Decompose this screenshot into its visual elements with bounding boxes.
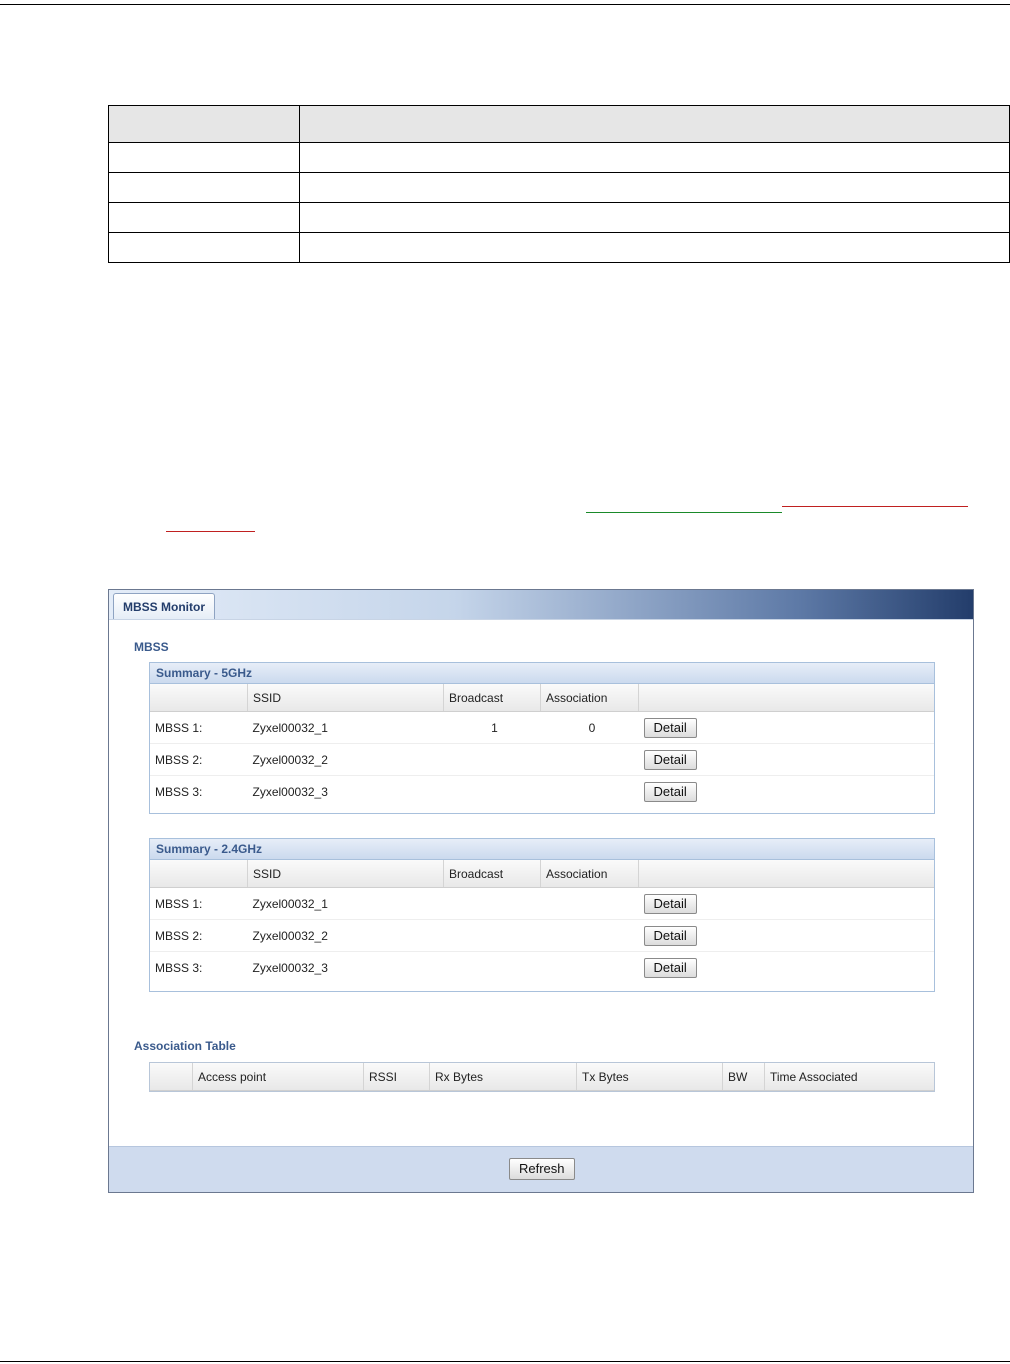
column-header <box>150 1063 193 1091</box>
summary-5ghz-panel: Summary - 5GHz SSID Broadcast Associatio… <box>149 662 935 814</box>
doc-table-row <box>108 202 1010 233</box>
column-header <box>150 860 248 888</box>
association-value <box>540 887 639 920</box>
column-header-association: Association <box>540 684 639 712</box>
link-underline-red-2[interactable] <box>166 531 255 532</box>
row-label: MBSS 1: <box>150 711 248 744</box>
column-header-broadcast: Broadcast <box>443 684 541 712</box>
summary-5ghz-title: Summary - 5GHz <box>150 663 934 684</box>
broadcast-value <box>443 919 541 952</box>
table-row: MBSS 1: Zyxel00032_1 Detail <box>150 887 934 920</box>
row-label: MBSS 2: <box>150 743 248 776</box>
section-title-mbss: MBSS <box>134 640 169 654</box>
association-value <box>540 743 639 776</box>
action-cell: Detail <box>638 919 934 952</box>
table-row: MBSS 3: Zyxel00032_3 Detail <box>150 776 934 808</box>
ssid-value: Zyxel00032_2 <box>247 919 444 952</box>
action-cell: Detail <box>638 887 934 920</box>
column-header-time-associated: Time Associated <box>764 1063 934 1091</box>
row-label: MBSS 1: <box>150 887 248 920</box>
doc-table-row <box>108 232 1010 263</box>
link-underline-red[interactable] <box>782 506 968 507</box>
column-header <box>638 684 934 712</box>
summary-5ghz-table: SSID Broadcast Association MBSS 1: Zyxel… <box>150 684 934 807</box>
column-header-tx-bytes: Tx Bytes <box>576 1063 723 1091</box>
column-header-ssid: SSID <box>247 684 444 712</box>
row-label: MBSS 3: <box>155 784 203 799</box>
table-row: MBSS 2: Zyxel00032_2 Detail <box>150 919 934 952</box>
table-header-row: SSID Broadcast Association <box>150 860 934 888</box>
doc-table-row <box>108 142 1010 173</box>
doc-table-row <box>108 172 1010 203</box>
table-row: MBSS 3: Zyxel00032_3 Detail <box>150 952 934 984</box>
column-header-access-point: Access point <box>192 1063 364 1091</box>
detail-button[interactable]: Detail <box>643 893 697 914</box>
action-cell: Detail <box>638 711 934 744</box>
tab-mbss-monitor[interactable]: MBSS Monitor <box>113 593 215 621</box>
column-header <box>638 860 934 888</box>
footer-bar: Refresh <box>109 1146 973 1192</box>
detail-button[interactable]: Detail <box>643 781 697 802</box>
column-header-bw: BW <box>722 1063 765 1091</box>
action-cell: Detail <box>638 743 934 776</box>
window-header: MBSS Monitor <box>109 590 973 621</box>
refresh-button[interactable]: Refresh <box>509 1158 575 1180</box>
ssid-value: Zyxel00032_3 <box>252 960 328 975</box>
summary-24ghz-title: Summary - 2.4GHz <box>150 839 934 860</box>
broadcast-value <box>443 743 541 776</box>
association-table: Access point RSSI Rx Bytes Tx Bytes BW T… <box>150 1063 934 1091</box>
column-header-rx-bytes: Rx Bytes <box>429 1063 577 1091</box>
column-header-association: Association <box>540 860 639 888</box>
document-table <box>108 105 1010 263</box>
action-cell: Detail <box>639 776 935 808</box>
column-header <box>150 684 248 712</box>
mbss-monitor-screenshot: MBSS Monitor MBSS Summary - 5GHz SSID Br… <box>108 589 974 1193</box>
row-label: MBSS 3: <box>155 960 203 975</box>
table-header-row: SSID Broadcast Association <box>150 684 934 712</box>
association-value <box>541 776 639 808</box>
association-value <box>540 919 639 952</box>
action-cell: Detail <box>639 952 935 984</box>
link-underline-green[interactable] <box>586 512 782 513</box>
table-row: MBSS 1: Zyxel00032_1 1 0 Detail <box>150 711 934 744</box>
detail-button[interactable]: Detail <box>643 957 697 978</box>
ssid-value: Zyxel00032_3 <box>252 784 328 799</box>
table-row: MBSS 2: Zyxel00032_2 Detail <box>150 743 934 776</box>
detail-button[interactable]: Detail <box>643 717 697 738</box>
row-label: MBSS 2: <box>150 919 248 952</box>
ssid-value: Zyxel00032_1 <box>247 711 444 744</box>
association-table-panel: Access point RSSI Rx Bytes Tx Bytes BW T… <box>149 1062 935 1092</box>
column-header-broadcast: Broadcast <box>443 860 541 888</box>
ssid-value: Zyxel00032_2 <box>247 743 444 776</box>
column-header-rssi: RSSI <box>363 1063 430 1091</box>
bottom-rule <box>0 1361 1010 1362</box>
content-area: MBSS Summary - 5GHz SSID Broadcast Assoc… <box>109 619 973 1147</box>
association-value: 0 <box>540 711 639 744</box>
summary-24ghz-panel: Summary - 2.4GHz SSID Broadcast Associat… <box>149 838 935 992</box>
summary-24ghz-table: SSID Broadcast Association MBSS 1: Zyxel… <box>150 860 934 983</box>
broadcast-value <box>444 952 541 984</box>
detail-button[interactable]: Detail <box>643 925 697 946</box>
section-title-association-table: Association Table <box>134 1039 236 1053</box>
broadcast-value <box>443 887 541 920</box>
broadcast-value <box>444 776 541 808</box>
broadcast-value: 1 <box>443 711 541 744</box>
doc-table-header <box>108 105 1010 143</box>
ssid-value: Zyxel00032_1 <box>247 887 444 920</box>
column-header-ssid: SSID <box>247 860 444 888</box>
table-header-row: Access point RSSI Rx Bytes Tx Bytes BW T… <box>150 1063 934 1091</box>
top-rule <box>0 4 1010 5</box>
detail-button[interactable]: Detail <box>643 749 697 770</box>
association-value <box>541 952 639 984</box>
